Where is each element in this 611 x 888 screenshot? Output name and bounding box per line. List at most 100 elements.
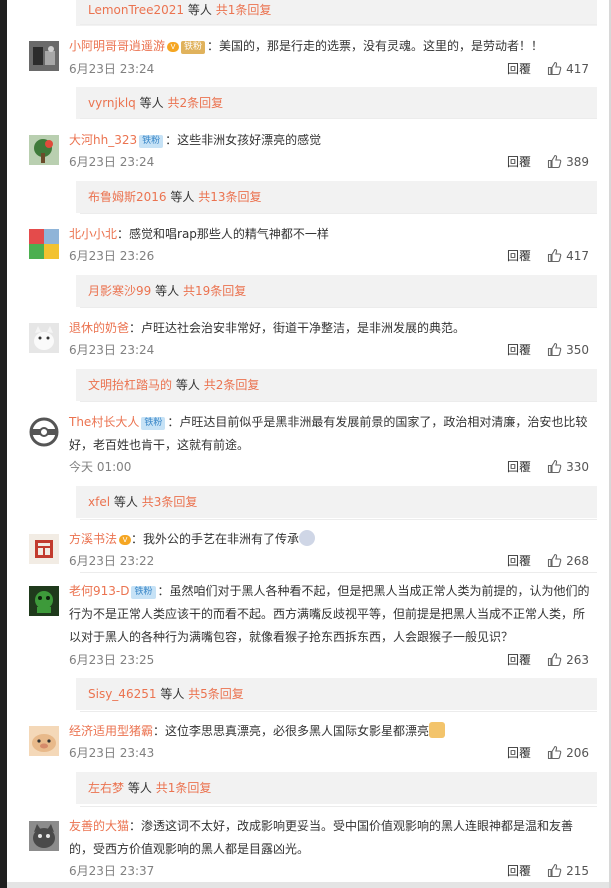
sub-reply-count-link[interactable]: 共13条回复: [198, 190, 261, 204]
like-button[interactable]: 350: [547, 341, 589, 359]
sub-reply-user[interactable]: 月影寒沙99: [88, 284, 151, 298]
sub-replies-box[interactable]: 文明抬杠踏马的 等人 共2条回复: [76, 369, 597, 401]
comment-username[interactable]: 大河hh_323: [69, 133, 137, 147]
comment-content: ：这位李思思真漂亮，必很多黑人国际女影星都漂亮: [153, 724, 430, 738]
comment-time: 6月23日 23:24: [69, 155, 155, 169]
avatar[interactable]: [29, 534, 59, 564]
sub-reply-mid: 等人: [113, 495, 138, 509]
sub-reply-user[interactable]: vyrnjklq: [88, 96, 136, 110]
sub-reply-count-link[interactable]: 共2条回复: [167, 96, 223, 110]
comment-meta: 6月23日 23:22 回覆 268: [69, 552, 599, 570]
like-button[interactable]: 389: [547, 153, 589, 171]
like-button[interactable]: 417: [547, 247, 589, 265]
sub-reply-user[interactable]: 左右梦: [88, 781, 124, 795]
comment-username[interactable]: 经济适用型猪霸: [69, 724, 153, 738]
comment-time: 6月23日 23:24: [69, 343, 155, 357]
divider: [80, 519, 597, 520]
reply-button[interactable]: 回覆: [507, 744, 531, 762]
sub-reply-mid: 等人: [139, 96, 164, 110]
sub-reply-count-link[interactable]: 共1条回复: [156, 781, 212, 795]
sub-reply-user[interactable]: 布鲁姆斯2016: [88, 190, 167, 204]
sub-reply-user[interactable]: LemonTree2021: [88, 3, 184, 17]
comment-meta: 6月23日 23:24 回覆 389: [69, 153, 599, 171]
sub-reply-count-link[interactable]: 共2条回复: [204, 378, 260, 392]
comment-username[interactable]: 友善的大猫: [69, 819, 129, 833]
sub-reply-count-link[interactable]: 共19条回复: [183, 284, 246, 298]
sub-replies-box[interactable]: 布鲁姆斯2016 等人 共13条回复: [76, 181, 597, 213]
comment-text: 大河hh_323 铁粉 ：这些非洲女孩好漂亮的感觉: [69, 129, 599, 152]
like-button[interactable]: 206: [547, 744, 589, 762]
comment-content-line-2: 好，老百姓也肯干，这就有前途。: [69, 438, 250, 452]
reply-button[interactable]: 回覆: [507, 247, 531, 265]
fan-badge[interactable]: 铁粉: [141, 417, 166, 430]
sub-replies-box[interactable]: 左右梦 等人 共1条回复: [76, 772, 597, 804]
comment-content-line-2: 的，受西方价值观影响的黑人都是目露凶光。: [69, 842, 310, 856]
reply-button[interactable]: 回覆: [507, 862, 531, 880]
sub-reply-count-link[interactable]: 共1条回复: [216, 3, 272, 17]
comment-meta: 6月23日 23:43 回覆 206: [69, 744, 599, 762]
comment-username[interactable]: 老何913-D: [69, 584, 129, 598]
reply-button[interactable]: 回覆: [507, 153, 531, 171]
avatar[interactable]: [29, 726, 59, 756]
sub-reply-count-link[interactable]: 共5条回复: [188, 687, 244, 701]
like-button[interactable]: 215: [547, 862, 589, 880]
reply-button[interactable]: 回覆: [507, 552, 531, 570]
avatar[interactable]: [29, 135, 59, 165]
sub-replies-box[interactable]: xfel 等人 共3条回复: [76, 486, 597, 518]
sub-reply-user[interactable]: xfel: [88, 495, 110, 509]
sub-reply-user[interactable]: 文明抬杠踏马的: [88, 378, 172, 392]
reply-button[interactable]: 回覆: [507, 458, 531, 476]
reply-button[interactable]: 回覆: [507, 651, 531, 669]
comment-text: 小阿明哥哥逍遥游 V 铁粉 ：美国的，那是行走的选票，没有灵魂。这里的，是劳动者！！: [69, 35, 599, 58]
avatar[interactable]: [29, 229, 59, 259]
comment-meta: 今天 01:00 回覆 330: [69, 458, 599, 476]
sub-replies-box[interactable]: LemonTree2021 等人 共1条回复: [76, 0, 597, 26]
like-count: 268: [566, 554, 589, 568]
comment-time: 今天 01:00: [69, 460, 132, 474]
comment-meta: 6月23日 23:24 回覆 350: [69, 341, 599, 359]
thumbs-up-icon: [547, 863, 562, 878]
comment-username[interactable]: 退休的奶爸: [69, 321, 129, 335]
thumbs-up-icon: [547, 154, 562, 169]
comment-time: 6月23日 23:24: [69, 62, 155, 76]
like-count: 206: [566, 746, 589, 760]
fan-badge[interactable]: 铁粉: [131, 586, 156, 599]
avatar[interactable]: [29, 323, 59, 353]
sub-replies-box[interactable]: 月影寒沙99 等人 共19条回复: [76, 275, 597, 307]
comment-username[interactable]: The村长大人: [69, 415, 139, 429]
thumbs-up-icon: [547, 342, 562, 357]
comment-username[interactable]: 小阿明哥哥逍遥游: [69, 39, 165, 53]
avatar[interactable]: [29, 41, 59, 71]
like-count: 389: [566, 155, 589, 169]
thumbs-up-icon: [547, 61, 562, 76]
fan-badge[interactable]: 铁粉: [139, 135, 164, 148]
like-button[interactable]: 417: [547, 60, 589, 78]
comment-content: ：美国的，那是行走的选票，没有灵魂。这里的，是劳动者！！: [207, 39, 544, 53]
avatar[interactable]: [29, 417, 59, 447]
thumbs-up-icon: [547, 459, 562, 474]
reply-button[interactable]: 回覆: [507, 60, 531, 78]
avatar[interactable]: [29, 821, 59, 851]
comment-content: ：我外公的手艺在非洲有了传承: [131, 532, 300, 546]
like-button[interactable]: 330: [547, 458, 589, 476]
thumbs-up-icon: [547, 745, 562, 760]
sub-reply-mid: 等人: [187, 3, 212, 17]
like-count: 350: [566, 343, 589, 357]
sub-reply-user[interactable]: Sisy_46251: [88, 687, 156, 701]
comment-time: 6月23日 23:43: [69, 746, 155, 760]
like-button[interactable]: 263: [547, 651, 589, 669]
comment-time: 6月23日 23:26: [69, 249, 155, 263]
like-button[interactable]: 268: [547, 552, 589, 570]
sub-replies-box[interactable]: Sisy_46251 等人 共5条回复: [76, 678, 597, 710]
comment-username[interactable]: 方溪书法: [69, 532, 117, 546]
comment-text: 经济适用型猪霸：这位李思思真漂亮，必很多黑人国际女影星都漂亮: [69, 720, 599, 743]
divider: [80, 213, 597, 214]
comment-username[interactable]: 北小小北: [69, 227, 117, 241]
sub-reply-count-link[interactable]: 共3条回复: [142, 495, 198, 509]
reply-button[interactable]: 回覆: [507, 341, 531, 359]
sub-replies-box[interactable]: vyrnjklq 等人 共2条回复: [76, 87, 597, 119]
sub-reply-mid: 等人: [127, 781, 152, 795]
comment-content-line-1: ：渗透这词不太好，改成影响更妥当。受中国价值观影响的黑人连眼神都是温和友善: [129, 819, 574, 833]
fan-badge[interactable]: 铁粉: [181, 41, 206, 54]
avatar[interactable]: [29, 586, 59, 616]
